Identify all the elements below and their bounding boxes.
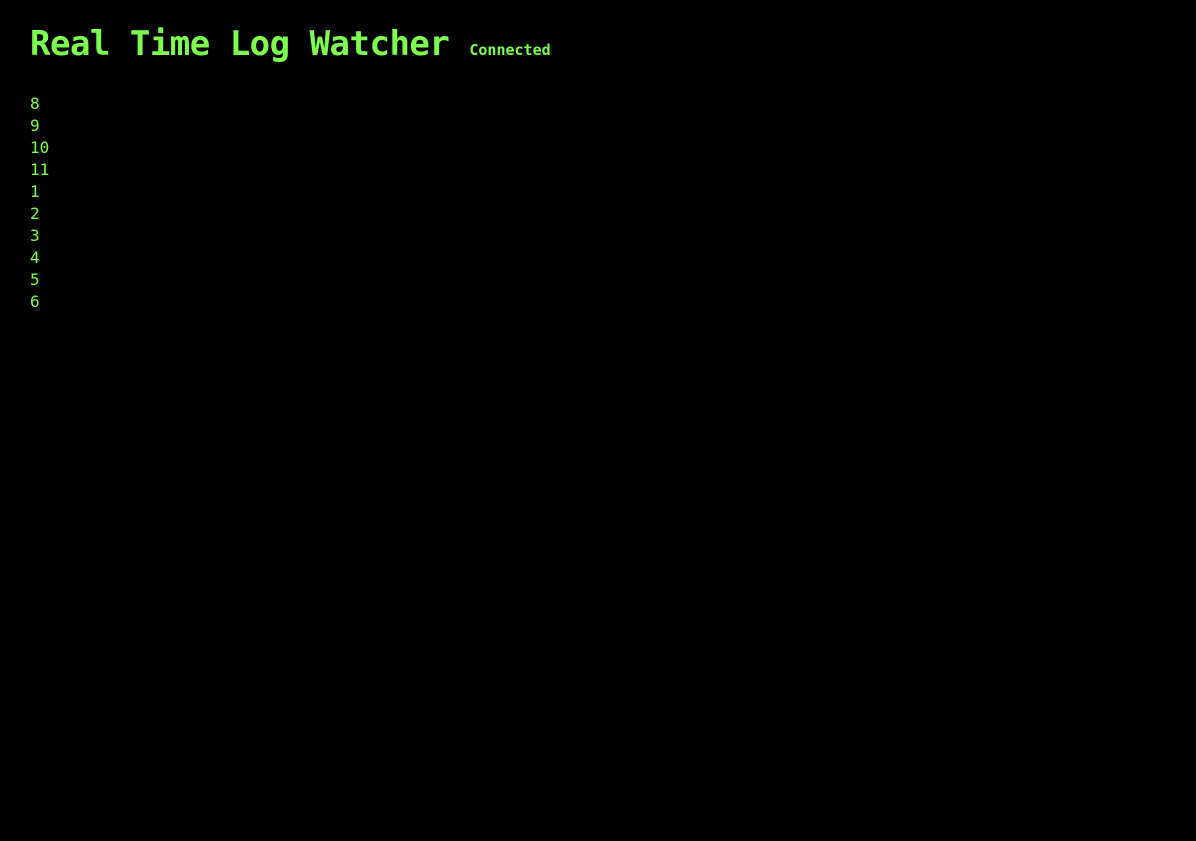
- log-line: 1: [30, 182, 40, 201]
- log-line: 5: [30, 270, 40, 289]
- log-line: 10: [30, 138, 50, 157]
- page-title: Real Time Log Watcher: [30, 24, 450, 64]
- log-line: 6: [30, 292, 40, 311]
- header: Real Time Log Watcher Connected: [30, 24, 551, 64]
- log-output: 8 9 10 11 1 2 3 4 5 6: [30, 93, 49, 313]
- log-line: 2: [30, 204, 40, 223]
- log-line: 9: [30, 116, 40, 135]
- log-line: 4: [30, 248, 40, 267]
- log-line: 3: [30, 226, 40, 245]
- log-line: 8: [30, 94, 40, 113]
- log-line: 11: [30, 160, 50, 179]
- connection-status: Connected: [469, 41, 551, 59]
